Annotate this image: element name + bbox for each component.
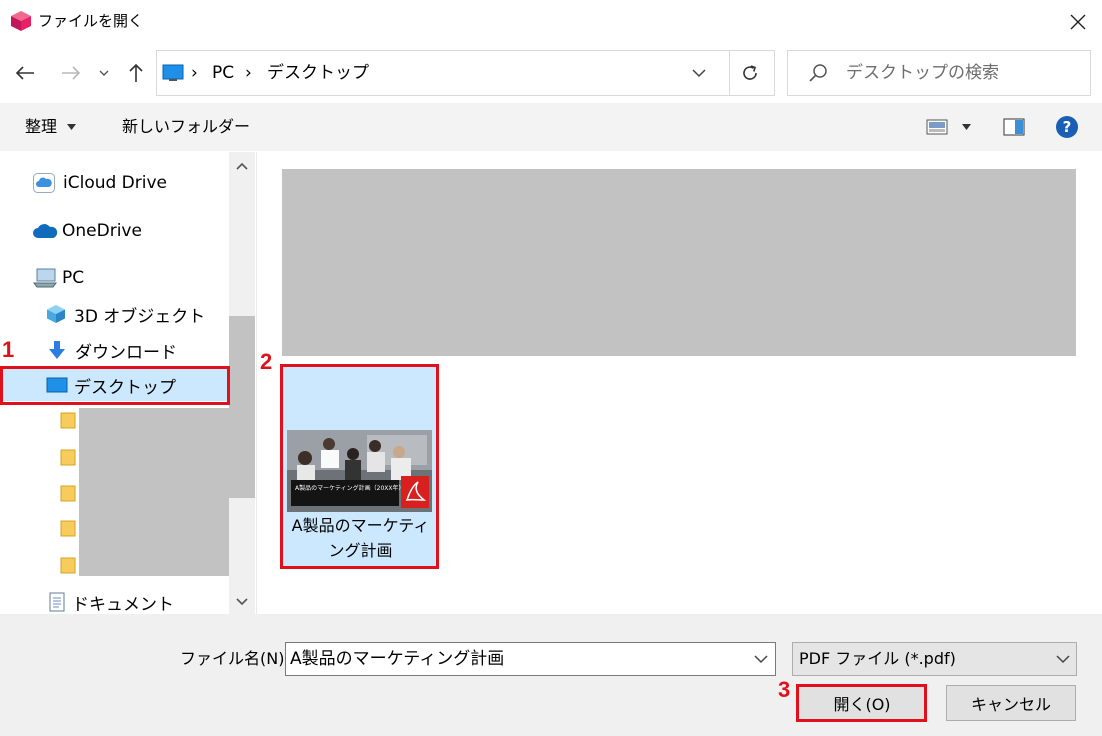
redacted-folder-names: [79, 408, 229, 576]
pc-icon: [33, 268, 57, 288]
folder-icon[interactable]: [60, 411, 76, 429]
cancel-button[interactable]: キャンセル: [946, 685, 1076, 721]
nav-item-onedrive[interactable]: OneDrive: [32, 215, 142, 247]
arrow-up-icon: [129, 63, 143, 82]
breadcrumb-separator: ›: [245, 63, 252, 83]
highlight-box-file: [280, 364, 439, 569]
up-button[interactable]: [121, 56, 151, 90]
nav-item-label: ダウンロード: [75, 342, 177, 363]
recent-locations-button[interactable]: [91, 56, 117, 90]
desktop-icon: [162, 64, 184, 81]
back-button[interactable]: [10, 56, 40, 90]
nav-item-label: iCloud Drive: [63, 173, 168, 193]
refresh-button[interactable]: [726, 50, 775, 96]
forward-button[interactable]: [56, 56, 86, 90]
nav-item-downloads[interactable]: ダウンロード: [47, 334, 177, 366]
breadcrumb-desktop[interactable]: デスクトップ: [267, 51, 369, 95]
filename-input[interactable]: A製品のマーケティング計画: [285, 642, 776, 676]
search-box[interactable]: デスクトップの検索: [787, 50, 1091, 96]
title-bar: [0, 0, 1102, 44]
search-placeholder: デスクトップの検索: [846, 63, 999, 83]
scrollbar-thumb[interactable]: [229, 316, 255, 498]
breadcrumb-pc[interactable]: PC: [212, 51, 234, 95]
address-bar[interactable]: › PC › デスクトップ: [156, 50, 730, 96]
organize-button[interactable]: 整理: [25, 103, 57, 151]
scroll-down-icon[interactable]: [235, 597, 249, 607]
nav-item-icloud-drive[interactable]: iCloud Drive: [33, 167, 167, 199]
step-number: 2: [260, 349, 273, 374]
new-folder-button[interactable]: 新しいフォルダー: [122, 103, 250, 151]
document-icon: [49, 592, 65, 612]
nav-item-pc[interactable]: PC: [33, 262, 84, 294]
chevron-down-icon: [754, 655, 768, 664]
filename-dropdown-button[interactable]: [748, 643, 774, 675]
step-number: 1: [2, 337, 15, 362]
preview-pane-icon[interactable]: [1003, 117, 1025, 137]
scroll-up-icon[interactable]: [235, 161, 249, 171]
folder-icon[interactable]: [60, 448, 76, 466]
caret-down-icon: [67, 124, 76, 130]
step-number: 3: [778, 677, 791, 702]
filetype-select[interactable]: PDF ファイル (*.pdf): [792, 642, 1077, 676]
caret-down-icon[interactable]: [962, 124, 971, 130]
filetype-dropdown-button[interactable]: [1050, 643, 1076, 675]
onedrive-cloud-icon: [33, 224, 58, 238]
folder-icon[interactable]: [60, 484, 76, 502]
view-options-icon[interactable]: [926, 118, 948, 136]
nav-item-label: ドキュメント: [72, 594, 174, 615]
command-toolbar: 整理 新しいフォルダー ?: [0, 103, 1102, 151]
folder-icon[interactable]: [60, 519, 76, 537]
breadcrumb-separator: ›: [191, 63, 198, 83]
app-icon: [10, 10, 32, 32]
download-arrow-icon: [49, 341, 65, 359]
cube-icon: [47, 305, 65, 323]
help-icon[interactable]: ?: [1055, 115, 1079, 139]
nav-item-3d-objects[interactable]: 3D オブジェクト: [46, 298, 205, 330]
close-icon: [1070, 14, 1086, 30]
chevron-down-icon: [1056, 655, 1070, 664]
highlight-box-open: [796, 684, 927, 722]
svg-text:?: ?: [1063, 118, 1072, 136]
highlight-box-desktop: [0, 366, 230, 405]
folder-icon[interactable]: [60, 556, 76, 574]
arrow-left-icon: [15, 66, 34, 80]
icloud-icon: [33, 173, 55, 193]
filename-label: ファイル名(N):: [180, 649, 290, 668]
window-title: ファイルを開く: [38, 12, 144, 30]
refresh-icon: [743, 65, 757, 80]
chevron-down-icon[interactable]: [692, 68, 706, 78]
arrow-right-icon: [62, 66, 81, 80]
redacted-area: [282, 169, 1076, 356]
nav-item-label: OneDrive: [62, 221, 142, 241]
nav-item-label: PC: [62, 268, 85, 288]
close-button[interactable]: [1058, 6, 1098, 38]
nav-item-label: 3D オブジェクト: [74, 306, 206, 327]
chevron-down-icon: [99, 70, 109, 76]
search-icon: [809, 64, 827, 82]
